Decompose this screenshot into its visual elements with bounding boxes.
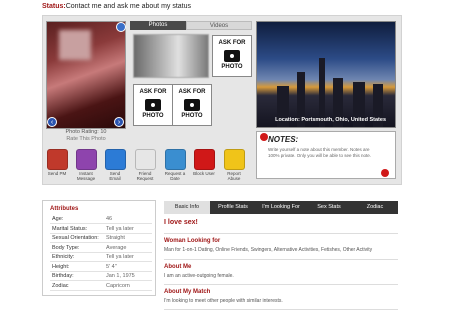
action-label: Instant Message xyxy=(76,171,96,181)
looking-for-title: Woman Looking for xyxy=(164,238,221,244)
tab-sex-stats[interactable]: Sex Stats xyxy=(306,201,352,214)
location-caption: Location: Portsmouth, Ohio, United State… xyxy=(275,117,386,123)
send-email-icon xyxy=(104,149,126,170)
attribute-key: Body Type: xyxy=(52,244,80,251)
about-match-text: I'm looking to meet other people with si… xyxy=(164,298,283,304)
attribute-row: Sexual Orientation: Straight xyxy=(50,234,152,243)
tab-videos[interactable]: Videos xyxy=(186,21,252,30)
divider xyxy=(164,259,398,260)
tab-photos[interactable]: Photos xyxy=(130,21,186,30)
block-user-button[interactable]: Block User xyxy=(193,149,215,176)
action-label: Block User xyxy=(193,171,215,176)
action-label: Send PM xyxy=(47,171,67,176)
action-label: Send Email xyxy=(109,171,121,181)
action-label: Friend Request xyxy=(136,171,154,181)
attribute-row: Ethnicity: Tell ya later xyxy=(50,253,152,262)
tab-basic-info[interactable]: Basic Info xyxy=(164,201,210,214)
attribute-key: Age: xyxy=(52,216,64,222)
attribute-value: Tell ya later xyxy=(106,225,134,232)
tab-looking-for[interactable]: I'm Looking For xyxy=(256,201,306,214)
block-user-icon xyxy=(193,149,215,170)
attribute-value: Straight xyxy=(106,235,125,241)
attribute-value: 5' 4" xyxy=(106,263,117,270)
send-email-button[interactable]: Send Email xyxy=(104,149,126,181)
status-text: Contact me and ask me about my status xyxy=(65,3,192,10)
camera-badge-icon xyxy=(116,22,126,32)
ask-label-bottom: PHOTO xyxy=(142,113,164,119)
rate-photo-link[interactable]: Rate This Photo xyxy=(46,136,126,143)
attribute-value: Tell ya later xyxy=(106,254,134,260)
attribute-row: Height: 5' 4" xyxy=(50,263,152,272)
about-me-text: I am an active-outgoing female. xyxy=(164,273,234,279)
notes-title: NOTES: xyxy=(268,135,299,144)
status-label: Status: xyxy=(42,3,66,10)
ask-for-photo-button[interactable]: ASK FOR PHOTO xyxy=(172,84,212,126)
attribute-key: Sexual Orientation: xyxy=(52,235,99,241)
report-abuse-icon xyxy=(223,149,245,170)
attribute-value: Capricorn xyxy=(106,282,130,289)
send-pm-button[interactable]: Send PM xyxy=(46,149,68,176)
pushpin-icon xyxy=(260,133,268,141)
instant-message-button[interactable]: Instant Message xyxy=(75,149,97,181)
about-match-title: About My Match xyxy=(164,289,211,295)
photo-rating: Photo Rating: 10 xyxy=(65,129,107,135)
attribute-value: Jan 1, 1975 xyxy=(106,273,135,279)
attribute-row: Body Type: Average xyxy=(50,244,152,253)
ask-label-top: ASK FOR xyxy=(218,40,246,46)
report-abuse-button[interactable]: Report Abuse xyxy=(223,149,245,181)
location-photo xyxy=(256,21,396,128)
attributes-title: Attributes xyxy=(50,206,79,212)
attribute-key: Marital Status: xyxy=(52,225,88,232)
attribute-key: Birthday: xyxy=(52,273,74,279)
ask-for-photo-button[interactable]: ASK FOR PHOTO xyxy=(133,84,173,126)
attribute-row: Zodiac Capricorn xyxy=(50,282,152,291)
divider xyxy=(164,309,398,310)
divider xyxy=(164,284,398,285)
camera-icon xyxy=(145,99,161,111)
tab-profile-stats[interactable]: Profile Stats xyxy=(210,201,256,214)
attribute-row: Age: 46 xyxy=(50,215,152,224)
looking-for-text: Man for 1-on-1 Dating, Online Friends, S… xyxy=(164,247,373,253)
ask-label-top: ASK FOR xyxy=(178,89,206,95)
status-bar: Status:Contact me and ask me about my st… xyxy=(42,0,462,14)
send-pm-icon xyxy=(46,149,68,170)
previous-photo-arrow-icon[interactable]: ‹ xyxy=(47,117,57,127)
ask-for-photo-button[interactable]: ASK FOR PHOTO xyxy=(212,35,252,77)
notes-placeholder[interactable]: Write yourself a note about this member.… xyxy=(268,147,378,158)
attribute-key: Zodiac xyxy=(52,282,69,289)
about-me-title: About Me xyxy=(164,264,192,270)
request-date-button[interactable]: Request a Date xyxy=(164,149,186,181)
profile-headline: I love sex! xyxy=(164,219,198,226)
camera-icon xyxy=(224,50,240,62)
next-photo-arrow-icon[interactable]: › xyxy=(114,117,124,127)
main-profile-photo[interactable] xyxy=(46,21,126,129)
friend-request-button[interactable]: Friend Request xyxy=(134,149,156,181)
tab-zodiac[interactable]: Zodiac xyxy=(352,201,398,214)
ask-label-bottom: PHOTO xyxy=(181,113,203,119)
action-label: Request a Date xyxy=(164,171,186,181)
attribute-value: 46 xyxy=(106,216,113,222)
camera-icon xyxy=(184,99,200,111)
attribute-value: Average xyxy=(106,244,127,251)
attribute-row: Birthday: Jan 1, 1975 xyxy=(50,272,152,281)
divider xyxy=(164,233,398,234)
request-date-icon xyxy=(164,149,186,170)
attribute-row: Marital Status: Tell ya later xyxy=(50,225,152,234)
photo-thumbnail[interactable] xyxy=(133,34,209,78)
friend-request-icon xyxy=(134,149,156,170)
pushpin-icon xyxy=(381,169,389,177)
instant-message-icon xyxy=(75,149,97,170)
attribute-key: Height: xyxy=(52,263,70,270)
action-label: Report Abuse xyxy=(227,171,241,181)
attribute-key: Ethnicity: xyxy=(52,254,75,260)
ask-label-top: ASK FOR xyxy=(139,89,167,95)
ask-label-bottom: PHOTO xyxy=(221,64,243,70)
